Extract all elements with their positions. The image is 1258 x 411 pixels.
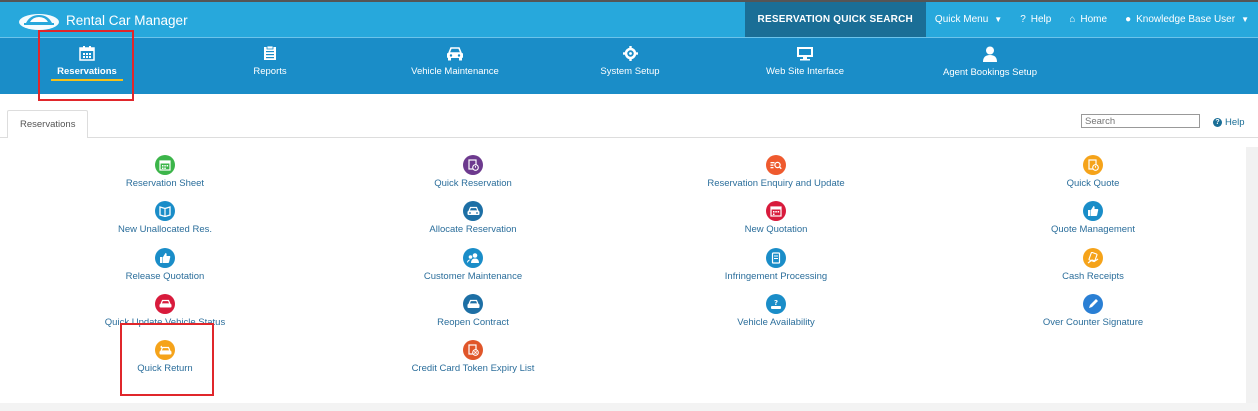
calendar-icon: [766, 201, 786, 221]
car-logo-icon: [19, 14, 59, 30]
scrollbar-track[interactable]: [1246, 147, 1258, 403]
help-circle-icon: ?: [1213, 118, 1222, 127]
menu-item-quick-quote[interactable]: Quick Quote: [983, 155, 1203, 189]
home-nav-link[interactable]: ⌂ Home: [1060, 2, 1116, 37]
menu-item-reopen-contract[interactable]: Reopen Contract: [363, 294, 583, 328]
book-icon: [155, 201, 175, 221]
menu-item-label: Reservation Enquiry and Update: [707, 178, 845, 189]
highlight-box-quick-return: [120, 323, 214, 396]
cash-icon: [1083, 248, 1103, 268]
menu-item-credit-card-token-expiry[interactable]: Credit Card Token Expiry List: [363, 340, 583, 374]
caret-down-icon: ▼: [1241, 15, 1249, 24]
calendar-icon: [155, 155, 175, 175]
module-vehicle-maintenance[interactable]: Vehicle Maintenance: [395, 38, 515, 95]
thumbs-up-icon: [155, 248, 175, 268]
caret-down-icon: ▼: [994, 15, 1003, 24]
module-label: Vehicle Maintenance: [411, 66, 499, 77]
menu-item-label: New Unallocated Res.: [118, 224, 212, 235]
search-list-icon: [766, 155, 786, 175]
menu-item-new-quotation[interactable]: New Quotation: [666, 201, 886, 235]
module-bar: Reservations Reports Vehicle Maintenance…: [0, 37, 1258, 94]
menu-item-customer-maintenance[interactable]: Customer Maintenance: [363, 248, 583, 282]
menu-item-label: Allocate Reservation: [429, 224, 517, 235]
document-edit-icon: [766, 248, 786, 268]
document-clock-icon: [1083, 155, 1103, 175]
menu-item-label: Reservation Sheet: [125, 178, 205, 189]
module-reports[interactable]: Reports: [230, 38, 310, 95]
car-contract-icon: [463, 294, 483, 314]
help-link-label: Help: [1225, 117, 1245, 128]
help-link[interactable]: ? Help: [1213, 117, 1245, 128]
separator-strip: [0, 94, 1258, 102]
car-icon: [447, 47, 463, 61]
app-title: Rental Car Manager: [66, 12, 188, 28]
menu-item-label: Cash Receipts: [1062, 271, 1124, 282]
top-nav: RESERVATION QUICK SEARCH Quick Menu ▼ ? …: [744, 2, 1258, 37]
menu-item-label: Quote Management: [1051, 224, 1135, 235]
module-agent-bookings-setup[interactable]: Agent Bookings Setup: [930, 38, 1050, 95]
menu-item-label: Vehicle Availability: [737, 317, 815, 328]
menu-item-reservation-sheet[interactable]: Reservation Sheet: [55, 155, 275, 189]
document-clock-icon: [463, 155, 483, 175]
menu-item-vehicle-availability[interactable]: ? Vehicle Availability: [666, 294, 886, 328]
search-input[interactable]: [1081, 114, 1200, 128]
report-icon: [264, 46, 276, 60]
monitor-icon: [797, 47, 813, 61]
top-bar: Rental Car Manager RESERVATION QUICK SEA…: [0, 0, 1258, 37]
menu-item-label: Quick Reservation: [434, 178, 512, 189]
menu-item-new-unallocated-res[interactable]: New Unallocated Res.: [55, 201, 275, 235]
menu-item-cash-receipts[interactable]: Cash Receipts: [983, 248, 1203, 282]
credit-card-expiry-icon: [463, 340, 483, 360]
module-label: Reports: [253, 66, 287, 77]
reservation-quick-search-button[interactable]: RESERVATION QUICK SEARCH: [744, 2, 926, 37]
menu-item-over-counter-signature[interactable]: Over Counter Signature: [983, 294, 1203, 328]
module-label: Web Site Interface: [766, 66, 844, 77]
module-system-setup[interactable]: System Setup: [585, 38, 675, 95]
svg-text:?: ?: [774, 299, 778, 307]
menu-item-label: Over Counter Signature: [1042, 317, 1144, 328]
menu-item-quick-reservation[interactable]: Quick Reservation: [363, 155, 583, 189]
help-nav-link[interactable]: ? Help: [1011, 2, 1060, 37]
quick-menu-dropdown[interactable]: Quick Menu ▼: [926, 2, 1011, 37]
menu-item-infringement-processing[interactable]: Infringement Processing: [666, 248, 886, 282]
gear-icon: [622, 46, 638, 61]
quick-menu-label: Quick Menu: [934, 14, 989, 25]
pen-icon: [1083, 294, 1103, 314]
menu-item-label: Reopen Contract: [437, 317, 509, 328]
menu-item-label: Infringement Processing: [724, 271, 828, 282]
menu-item-label: New Quotation: [744, 224, 808, 235]
car-icon: [155, 294, 175, 314]
menu-item-label: Quick Quote: [1066, 178, 1120, 189]
user-menu-dropdown[interactable]: ● Knowledge Base User ▼: [1116, 2, 1258, 37]
question-car-icon: ?: [766, 294, 786, 314]
module-web-site-interface[interactable]: Web Site Interface: [750, 38, 860, 95]
thumbs-up-icon: [1083, 201, 1103, 221]
module-label: Agent Bookings Setup: [942, 67, 1037, 78]
menu-item-allocate-reservation[interactable]: Allocate Reservation: [363, 201, 583, 235]
help-nav-label: Help: [1030, 14, 1052, 25]
footer-strip: [0, 403, 1258, 411]
highlight-box-reservations-module: [38, 30, 134, 101]
home-nav-label: Home: [1080, 14, 1108, 25]
customers-icon: [463, 248, 483, 268]
agent-icon: [983, 46, 997, 62]
menu-item-release-quotation[interactable]: Release Quotation: [55, 248, 275, 282]
menu-item-label: Release Quotation: [125, 271, 205, 282]
user-icon: ●: [1125, 14, 1132, 25]
menu-item-label: Credit Card Token Expiry List: [411, 363, 535, 374]
home-icon: ⌂: [1069, 14, 1076, 25]
menu-item-label: Customer Maintenance: [423, 271, 523, 282]
tab-row: Reservations: [0, 108, 1258, 139]
tab-reservations[interactable]: Reservations: [7, 110, 89, 139]
car-front-icon: [463, 201, 483, 221]
user-name: Knowledge Base User: [1136, 14, 1236, 25]
question-icon: ?: [1020, 14, 1026, 25]
menu-item-reservation-enquiry[interactable]: Reservation Enquiry and Update: [666, 155, 886, 189]
menu-item-quote-management[interactable]: Quote Management: [983, 201, 1203, 235]
module-label: System Setup: [600, 66, 660, 77]
